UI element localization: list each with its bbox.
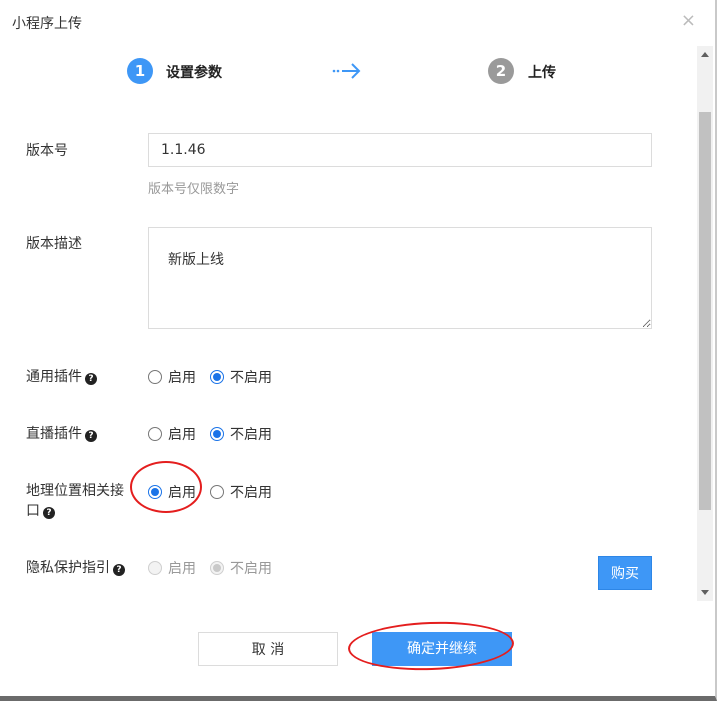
privacy-enable-option: 启用 [148,558,196,578]
scrollbar-thumb[interactable] [699,112,711,510]
description-label: 版本描述 [26,236,82,252]
radio-button[interactable] [148,370,162,384]
live-plugin-radio-group: 启用 不启用 [148,424,286,444]
general-plugin-enable-option[interactable]: 启用 [148,367,196,387]
radio-button[interactable] [210,427,224,441]
step-1-circle: 1 [127,58,153,84]
radio-label: 不启用 [230,427,272,443]
privacy-radio-group: 启用 不启用 [148,558,286,578]
version-input[interactable] [148,133,652,167]
radio-label: 启用 [168,561,196,577]
step-indicator: 1 设置参数 2 上传 [0,58,697,86]
radio-label: 不启用 [230,370,272,386]
radio-button[interactable] [210,370,224,384]
description-textarea[interactable]: 新版上线 [148,227,652,329]
radio-button [210,561,224,575]
version-hint: 版本号仅限数字 [148,182,240,197]
cancel-button[interactable]: 取 消 [198,632,338,666]
radio-label: 启用 [168,370,196,386]
radio-label: 启用 [168,485,196,501]
version-label: 版本号 [26,143,68,159]
help-icon[interactable]: ? [85,430,97,442]
geo-api-disable-option[interactable]: 不启用 [210,482,272,502]
general-plugin-label: 通用插件? [26,367,97,387]
live-plugin-enable-option[interactable]: 启用 [148,424,196,444]
radio-button[interactable] [210,485,224,499]
general-plugin-radio-group: 启用 不启用 [148,367,286,387]
step-2-circle: 2 [488,58,514,84]
confirm-continue-button[interactable]: 确定并继续 [372,632,512,666]
live-plugin-label-text: 直播插件 [26,426,82,442]
live-plugin-label: 直播插件? [26,424,97,444]
buy-button[interactable]: 购买 [598,556,652,590]
upload-dialog: 小程序上传 × 1 设置参数 2 上传 版本号 版本号仅限数字 版本描述 新版上… [0,0,717,701]
help-icon[interactable]: ? [43,507,55,519]
geo-api-enable-option[interactable]: 启用 [148,482,196,502]
scroll-up-arrow-icon[interactable] [701,52,709,57]
general-plugin-disable-option[interactable]: 不启用 [210,367,272,387]
live-plugin-disable-option[interactable]: 不启用 [210,424,272,444]
help-icon[interactable]: ? [85,373,97,385]
dotted-arrow-right-icon [332,63,361,79]
radio-label: 不启用 [230,485,272,501]
geo-api-label-line2: 口 [26,503,40,519]
step-2-label: 上传 [528,65,556,81]
radio-button[interactable] [148,485,162,499]
privacy-disable-option: 不启用 [210,558,272,578]
help-icon[interactable]: ? [113,564,125,576]
general-plugin-label-text: 通用插件 [26,369,82,385]
geo-api-label: 地理位置相关接 口? [26,481,124,521]
radio-label: 不启用 [230,561,272,577]
privacy-label: 隐私保护指引? [26,558,125,578]
radio-label: 启用 [168,427,196,443]
radio-button[interactable] [148,427,162,441]
privacy-label-text: 隐私保护指引 [26,560,110,576]
scroll-down-arrow-icon[interactable] [701,590,709,595]
close-icon[interactable]: × [681,12,696,30]
geo-api-label-line1: 地理位置相关接 [26,483,124,499]
step-1-label: 设置参数 [166,65,222,81]
dialog-title: 小程序上传 [12,16,82,32]
geo-api-radio-group: 启用 不启用 [148,482,286,502]
radio-button [148,561,162,575]
